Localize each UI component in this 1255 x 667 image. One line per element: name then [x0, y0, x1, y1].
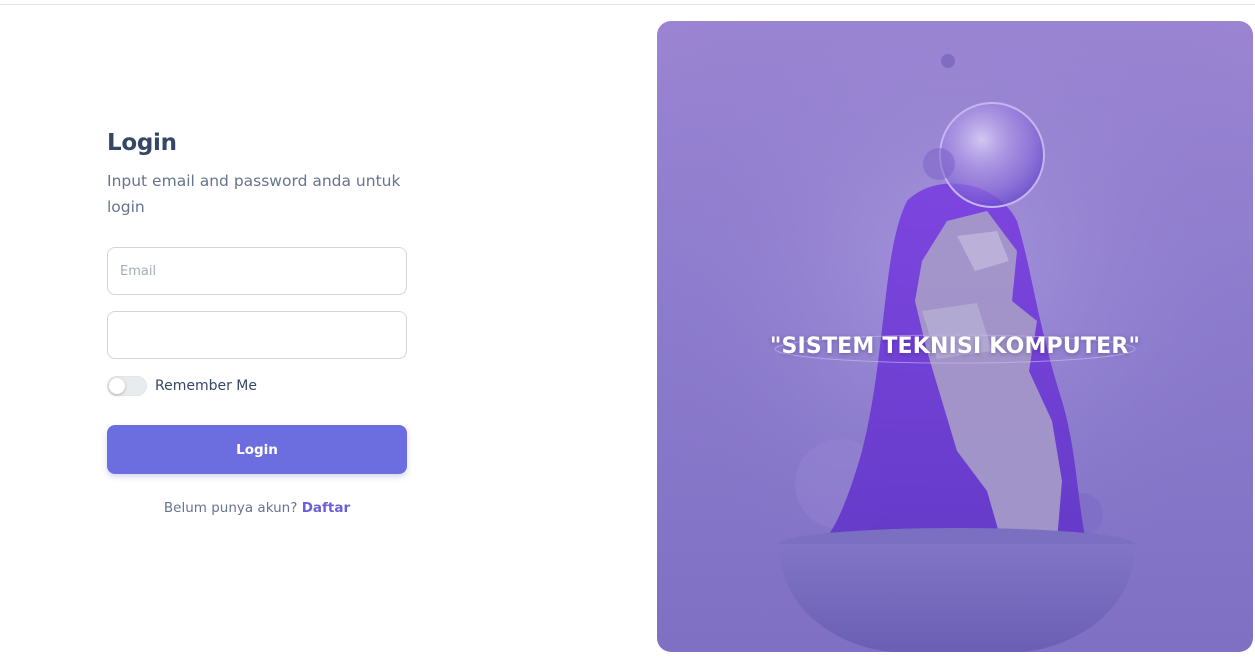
signup-link[interactable]: Daftar — [302, 500, 350, 516]
toggle-knob — [109, 378, 125, 394]
login-panel: Login Input email and password anda untu… — [107, 130, 407, 516]
remember-me-label: Remember Me — [155, 378, 257, 394]
hero-caption: "SISTEM TEKNISI KOMPUTER" — [769, 334, 1141, 359]
hero-image: "SISTEM TEKNISI KOMPUTER" — [657, 21, 1253, 652]
email-field[interactable] — [107, 247, 407, 295]
page-subtitle: Input email and password anda untuk logi… — [107, 172, 401, 216]
top-divider — [0, 4, 1255, 5]
remember-me-toggle[interactable] — [107, 376, 147, 396]
page-title: Login — [107, 130, 177, 156]
password-field[interactable] — [107, 311, 407, 359]
signup-prompt: Belum punya akun? — [163, 500, 298, 516]
signup-row: Belum punya akun? Daftar — [107, 500, 407, 516]
login-button[interactable]: Login — [107, 425, 407, 474]
remember-me-row: Remember Me — [107, 376, 257, 396]
